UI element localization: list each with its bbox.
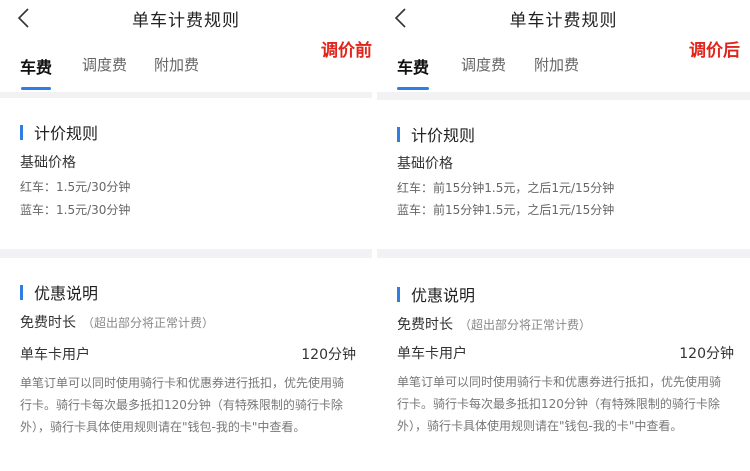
section-marker (397, 126, 400, 142)
card-user-row: 单车卡用户 120分钟 (397, 343, 734, 363)
pricing-heading-text: 计价规则 (411, 126, 476, 145)
panel-after: 单车计费规则 调价后 车费 调度费 附加费 计价规则 基础价格 红车：前15分钟… (377, 0, 750, 471)
pricing-card: 计价规则 基础价格 红车：前15分钟1.5元，之后1元/15分钟 蓝车：前15分… (377, 100, 750, 249)
discount-heading-text: 优惠说明 (34, 284, 99, 303)
blue-bike-price: 蓝车：1.5元/30分钟 (20, 203, 131, 217)
discount-heading-text: 优惠说明 (411, 286, 476, 305)
red-bike-price: 红车：前15分钟1.5元，之后1元/15分钟 (397, 181, 615, 195)
description-line: 单笔订单可以同时使用骑行卡和优惠券进行抵扣，优先使用骑 (20, 376, 345, 390)
tab-dispatch-fee[interactable]: 调度费 (82, 54, 127, 75)
card-user-value: 120分钟 (301, 347, 356, 363)
panel-before: 单车计费规则 调价前 车费 调度费 附加费 计价规则 基础价格 红车：1.5元/… (0, 0, 372, 471)
discount-card: 优惠说明 免费时长 （超出部分将正常计费） 单车卡用户 120分钟 单笔订单可以同… (0, 258, 372, 471)
discount-description: 单笔订单可以同时使用骑行卡和优惠券进行抵扣，优先使用骑 行卡。骑行卡每次最多抵扣… (20, 372, 358, 438)
pricing-heading: 计价规则 (397, 122, 475, 146)
blue-bike-price: 蓝车：前15分钟1.5元，之后1元/15分钟 (397, 203, 615, 217)
discount-description: 单笔订单可以同时使用骑行卡和优惠券进行抵扣，优先使用骑 行卡。骑行卡每次最多抵扣… (397, 371, 736, 437)
discount-card: 优惠说明 免费时长 （超出部分将正常计费） 单车卡用户 120分钟 单笔订单可以同… (377, 258, 750, 471)
description-line: 外），骑行卡具体使用规则请在"钱包-我的卡"中查看。 (20, 420, 306, 434)
free-time-label: 免费时长 （超出部分将正常计费） (20, 312, 214, 332)
tab-bar: 车费 调度费 附加费 (377, 54, 750, 92)
tab-extra-fee[interactable]: 附加费 (154, 54, 199, 75)
card-user-value: 120分钟 (679, 346, 734, 362)
pricing-card: 计价规则 基础价格 红车：1.5元/30分钟 蓝车：1.5元/30分钟 (0, 98, 372, 249)
tab-extra-fee[interactable]: 附加费 (534, 54, 579, 75)
card-user-label: 单车卡用户 (397, 346, 467, 362)
section-marker (20, 284, 23, 300)
free-time-note: （超出部分将正常计费） (82, 316, 215, 330)
page-title: 单车计费规则 (509, 11, 618, 31)
description-line: 行卡。骑行卡每次最多抵扣120分钟（有特殊限制的骑行卡除 (20, 398, 343, 412)
pricing-heading-text: 计价规则 (34, 124, 99, 143)
free-time-text: 免费时长 (397, 317, 453, 333)
tab-fare[interactable]: 车费 (20, 54, 52, 78)
free-time-text: 免费时长 (20, 315, 76, 331)
tab-dispatch-fee[interactable]: 调度费 (461, 54, 506, 75)
free-time-note: （超出部分将正常计费） (459, 318, 592, 332)
tab-fare[interactable]: 车费 (397, 54, 429, 78)
description-line: 外），骑行卡具体使用规则请在"钱包-我的卡"中查看。 (397, 419, 683, 433)
description-line: 行卡。骑行卡每次最多抵扣120分钟（有特殊限制的骑行卡除 (397, 397, 720, 411)
top-bar: 单车计费规则 调价后 车费 调度费 附加费 (377, 0, 750, 92)
active-tab-indicator (21, 87, 51, 90)
pricing-heading: 计价规则 (20, 120, 98, 144)
top-bar: 单车计费规则 调价前 车费 调度费 附加费 (0, 0, 372, 92)
base-price-label: 基础价格 (20, 155, 76, 171)
card-user-row: 单车卡用户 120分钟 (20, 344, 356, 364)
page-title: 单车计费规则 (132, 11, 240, 31)
section-marker (20, 124, 23, 140)
base-price-label: 基础价格 (397, 156, 453, 172)
section-marker (397, 286, 400, 302)
free-time-label: 免费时长 （超出部分将正常计费） (397, 314, 591, 334)
card-user-label: 单车卡用户 (20, 347, 90, 363)
tab-bar: 车费 调度费 附加费 (0, 54, 372, 92)
discount-heading: 优惠说明 (397, 282, 475, 306)
discount-heading: 优惠说明 (20, 280, 98, 304)
red-bike-price: 红车：1.5元/30分钟 (20, 180, 131, 194)
description-line: 单笔订单可以同时使用骑行卡和优惠券进行抵扣，优先使用骑 (397, 375, 722, 389)
active-tab-indicator (397, 87, 429, 90)
